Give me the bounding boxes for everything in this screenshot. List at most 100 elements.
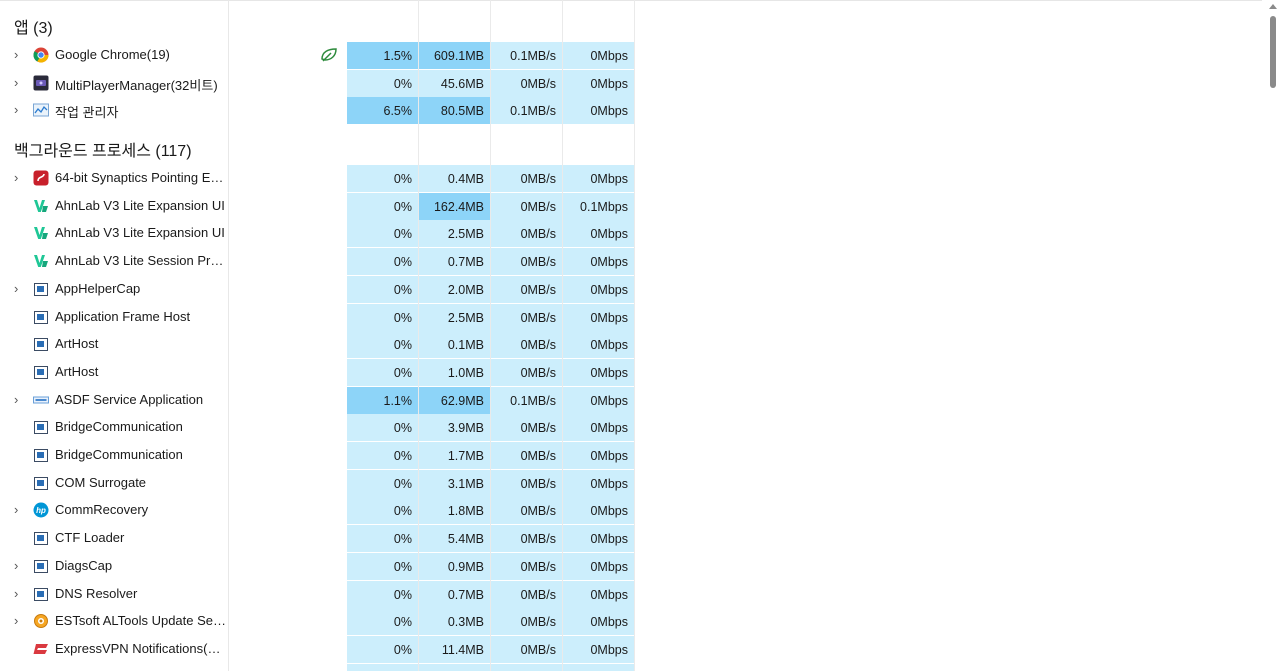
memory-value: 80.5MB <box>419 97 490 124</box>
memory-value: 2.5MB <box>419 220 490 247</box>
disk-value: 0MB/s <box>491 608 562 635</box>
process-row[interactable]: › Google Chrome(19) <box>0 42 228 69</box>
memory-value: 1.8MB <box>419 497 490 524</box>
heat-fill <box>563 664 634 671</box>
network-value: 0Mbps <box>563 581 634 608</box>
heat-fill <box>419 664 490 671</box>
disk-value: 0MB/s <box>491 70 562 97</box>
chevron-right-icon[interactable]: › <box>14 503 24 517</box>
process-row[interactable]: AhnLab V3 Lite Session Proce... <box>0 248 228 275</box>
process-row[interactable]: › ASDF Service Application <box>0 387 228 414</box>
scroll-up-arrow[interactable] <box>1269 4 1277 9</box>
disk-value: 0MB/s <box>491 525 562 552</box>
ahnlab-icon <box>33 253 49 269</box>
network-value: 0Mbps <box>563 331 634 358</box>
process-row[interactable]: AhnLab V3 Lite Expansion UI <box>0 193 228 220</box>
cpu-value: 1.5% <box>347 42 418 69</box>
cpu-value: 0% <box>347 553 418 580</box>
ahnlab-icon <box>33 225 49 241</box>
chevron-right-icon[interactable]: › <box>14 282 24 296</box>
network-value: 0Mbps <box>563 608 634 635</box>
chevron-right-icon[interactable]: › <box>14 48 24 62</box>
disk-value: 0MB/s <box>491 220 562 247</box>
disk-value: 0MB/s <box>491 636 562 663</box>
process-row[interactable]: CTF Loader <box>0 525 228 552</box>
process-row[interactable]: ArtHost <box>0 331 228 358</box>
cpu-value: 0% <box>347 497 418 524</box>
cpu-value: 0% <box>347 165 418 192</box>
process-row[interactable]: BridgeCommunication <box>0 442 228 469</box>
network-value: 0Mbps <box>563 553 634 580</box>
process-row[interactable]: COM Surrogate <box>0 470 228 497</box>
network-value: 0Mbps <box>563 165 634 192</box>
process-name: AhnLab V3 Lite Expansion UI <box>55 198 225 213</box>
process-name: BridgeCommunication <box>55 419 183 434</box>
chrome-icon <box>33 47 49 63</box>
process-row[interactable]: ExpressVPN Notifications(32... <box>0 636 228 663</box>
memory-value: 3.1MB <box>419 470 490 497</box>
disk-value: 0MB/s <box>491 276 562 303</box>
chevron-right-icon[interactable]: › <box>14 76 24 90</box>
cpu-value: 0% <box>347 359 418 386</box>
cpu-value: 0% <box>347 248 418 275</box>
process-name: DNS Resolver <box>55 586 138 601</box>
disk-value: 0MB/s <box>491 414 562 441</box>
chevron-right-icon[interactable]: › <box>14 614 24 628</box>
process-row[interactable]: BridgeCommunication <box>0 414 228 441</box>
disk-value: 0MB/s <box>491 553 562 580</box>
service-icon <box>33 364 49 380</box>
memory-value: 2.0MB <box>419 276 490 303</box>
process-row[interactable]: Application Frame Host <box>0 304 228 331</box>
chevron-right-icon[interactable]: › <box>14 103 24 117</box>
process-row[interactable]: › AppHelperCap <box>0 276 228 303</box>
process-name: MultiPlayerManager(32비트) <box>55 78 218 93</box>
process-name: 작업 관리자 <box>55 105 119 120</box>
chevron-right-icon[interactable]: › <box>14 559 24 573</box>
cpu-value: 0% <box>347 470 418 497</box>
process-row[interactable]: › DiagsCap <box>0 553 228 580</box>
leaf-icon <box>321 48 337 62</box>
memory-value: 0.3MB <box>419 608 490 635</box>
process-row[interactable]: › 작업 관리자 <box>0 97 228 124</box>
network-value: 0Mbps <box>563 442 634 469</box>
process-row[interactable]: AhnLab V3 Lite Expansion UI <box>0 220 228 247</box>
vertical-scrollbar-thumb[interactable] <box>1270 16 1276 88</box>
network-value: 0Mbps <box>563 248 634 275</box>
network-value: 0Mbps <box>563 304 634 331</box>
chevron-right-icon[interactable]: › <box>14 393 24 407</box>
network-value: 0Mbps <box>563 70 634 97</box>
chevron-right-icon[interactable]: › <box>14 171 24 185</box>
process-row[interactable]: ArtHost <box>0 359 228 386</box>
process-row[interactable]: › MultiPlayerManager(32비트) <box>0 70 228 97</box>
hp-icon: hp <box>33 502 49 518</box>
disk-value: 0MB/s <box>491 304 562 331</box>
cpu-value: 6.5% <box>347 97 418 124</box>
network-value: 0Mbps <box>563 497 634 524</box>
process-row[interactable]: › hp CommRecovery <box>0 497 228 524</box>
ahnlab-icon <box>33 198 49 214</box>
disk-value: 0MB/s <box>491 497 562 524</box>
process-row[interactable]: › 64-bit Synaptics Pointing Enh... <box>0 165 228 192</box>
cpu-value: 0% <box>347 193 418 220</box>
disk-value: 0MB/s <box>491 442 562 469</box>
service-icon <box>33 530 49 546</box>
process-name: AppHelperCap <box>55 281 141 296</box>
process-name: CommRecovery <box>55 502 149 517</box>
cpu-value: 1.1% <box>347 387 418 414</box>
process-row[interactable]: › DNS Resolver <box>0 581 228 608</box>
cpu-value: 0% <box>347 220 418 247</box>
memory-value: 1.7MB <box>419 442 490 469</box>
expressvpn-icon <box>33 641 49 657</box>
cpu-value: 0% <box>347 414 418 441</box>
chevron-right-icon[interactable]: › <box>14 587 24 601</box>
process-name: Application Frame Host <box>55 309 191 324</box>
disk-value: 0MB/s <box>491 581 562 608</box>
network-value: 0.1Mbps <box>563 193 634 220</box>
process-name: DiagsCap <box>55 558 113 573</box>
memory-value: 45.6MB <box>419 70 490 97</box>
process-row[interactable]: › ESTsoft ALTools Update Servi... <box>0 608 228 635</box>
memory-value: 0.7MB <box>419 581 490 608</box>
network-value: 0Mbps <box>563 276 634 303</box>
cpu-value: 0% <box>347 331 418 358</box>
service-icon <box>33 586 49 602</box>
